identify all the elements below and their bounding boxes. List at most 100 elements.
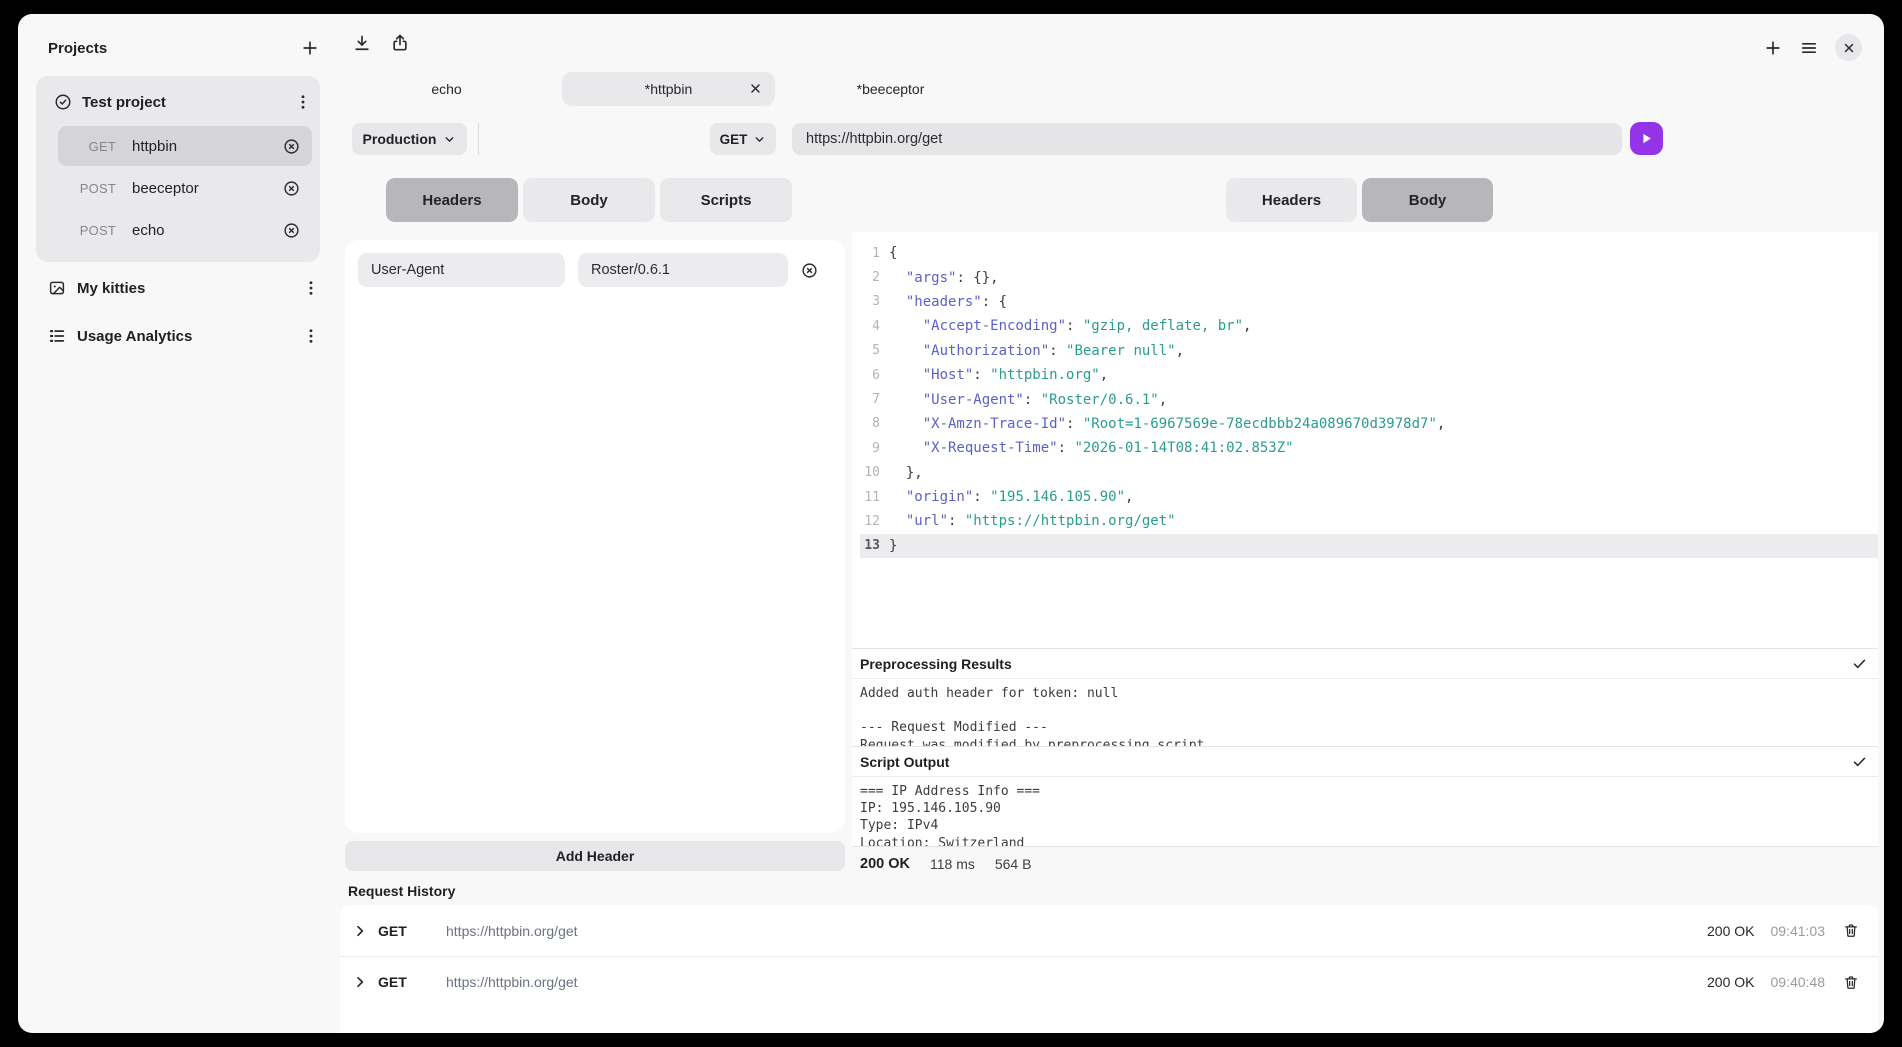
code-line: 2 "args": {}, [860, 265, 1878, 289]
code-line: 7 "User-Agent": "Roster/0.6.1", [860, 387, 1878, 411]
tab-scripts-request[interactable]: Scripts [660, 178, 792, 222]
tab-headers-request[interactable]: Headers [386, 178, 518, 222]
line-number: 2 [860, 270, 880, 285]
tab-httpbin[interactable]: *httpbin [562, 72, 775, 106]
request-name: beeceptor [132, 180, 199, 197]
method-badge: POST [72, 223, 116, 238]
trash-icon[interactable] [1843, 974, 1859, 991]
response-time: 118 ms [930, 856, 975, 872]
tab-label: Headers [1262, 192, 1321, 209]
sidebar-request-httpbin[interactable]: GEThttpbin [58, 126, 312, 166]
sidebar: Projects Test project GEThttpbinPOSTbeec… [18, 14, 350, 1033]
line-number: 8 [860, 416, 880, 431]
new-tab-icon[interactable] [1763, 38, 1783, 58]
script-output-content: === IP Address Info ===IP: 195.146.105.9… [852, 776, 1878, 846]
remove-request-icon[interactable] [283, 138, 300, 155]
send-request-button[interactable] [1630, 122, 1663, 155]
request-history-title: Request History [348, 883, 455, 899]
request-panel-tabs: Headers Body Scripts [386, 178, 792, 222]
tab-headers-response[interactable]: Headers [1226, 178, 1357, 222]
project-menu-button[interactable] [294, 93, 312, 111]
header-key-input[interactable] [358, 253, 565, 287]
project-group: Test project GEThttpbinPOSTbeeceptorPOST… [36, 76, 320, 262]
line-number: 4 [860, 319, 880, 334]
header-row [358, 253, 832, 287]
tab-beeceptor[interactable]: *beeceptor [784, 72, 997, 106]
script-output-line: IP: 195.146.105.90 [860, 800, 1878, 817]
share-icon[interactable] [390, 33, 410, 53]
history-time: 09:40:48 [1771, 974, 1826, 990]
code-text: "Accept-Encoding": "gzip, deflate, br", [889, 318, 1251, 334]
line-number: 10 [860, 465, 880, 480]
script-output-title: Script Output [860, 754, 949, 770]
sidebar-item-label: Usage Analytics [77, 328, 192, 345]
add-header-button[interactable]: Add Header [345, 841, 845, 871]
usage-analytics-menu-button[interactable] [302, 327, 320, 345]
preprocessing-line: --- Request Modified --- [860, 719, 1878, 736]
environment-label: Production [363, 131, 437, 147]
line-number: 11 [860, 490, 880, 505]
line-number: 5 [860, 343, 880, 358]
code-text: "X-Amzn-Trace-Id": "Root=1-6967569e-78ec… [889, 416, 1445, 432]
method-badge: POST [72, 181, 116, 196]
download-icon[interactable] [352, 33, 372, 53]
request-name: echo [132, 222, 165, 239]
code-text: "headers": { [889, 294, 1007, 310]
code-line: 13} [860, 534, 1878, 558]
code-line: 11 "origin": "195.146.105.90", [860, 485, 1878, 509]
project-header[interactable]: Test project [48, 88, 312, 116]
url-input[interactable] [792, 123, 1622, 155]
history-status: 200 OK [1707, 923, 1754, 939]
remove-header-icon[interactable] [801, 262, 818, 279]
trash-icon[interactable] [1843, 922, 1859, 939]
sidebar-request-beeceptor[interactable]: POST beeceptor [58, 168, 312, 208]
check-icon [1851, 655, 1868, 672]
preprocessing-title: Preprocessing Results [860, 656, 1012, 672]
toolbar-divider [478, 123, 479, 155]
tab-label: *httpbin [645, 81, 692, 97]
tab-label: Scripts [701, 192, 752, 209]
line-number: 9 [860, 441, 880, 456]
tab-label: Headers [422, 192, 481, 209]
close-window-button[interactable] [1835, 34, 1862, 61]
header-value-input[interactable] [578, 253, 788, 287]
code-text: "origin": "195.146.105.90", [889, 489, 1133, 505]
chevron-right-icon[interactable] [352, 923, 368, 939]
remove-request-icon[interactable] [283, 180, 300, 197]
code-line: 12 "url": "https://httpbin.org/get" [860, 509, 1878, 533]
environment-dropdown[interactable]: Production [352, 123, 467, 155]
line-number: 6 [860, 368, 880, 383]
tab-echo[interactable]: echo [340, 72, 553, 106]
history-url: https://httpbin.org/get [446, 923, 578, 939]
code-text: "Authorization": "Bearer null", [889, 343, 1184, 359]
sidebar-item-my-kitties[interactable]: My kitties [48, 276, 320, 300]
close-tab-icon[interactable] [749, 82, 762, 95]
menu-icon[interactable] [1799, 38, 1819, 58]
preprocessing-line: Request was modified by preprocessing sc… [860, 737, 1878, 746]
method-dropdown[interactable]: GET [710, 123, 776, 155]
chevron-down-icon [753, 133, 766, 146]
code-line: 8 "X-Amzn-Trace-Id": "Root=1-6967569e-78… [860, 412, 1878, 436]
history-row[interactable]: GEThttps://httpbin.org/get200 OK09:40:48 [340, 956, 1878, 1007]
add-project-button[interactable] [300, 38, 320, 58]
tab-body-request[interactable]: Body [523, 178, 655, 222]
check-icon [1851, 753, 1868, 770]
history-row[interactable]: GEThttps://httpbin.org/get200 OK09:41:03 [340, 905, 1878, 956]
sidebar-request-echo[interactable]: POST echo [58, 210, 312, 250]
tab-body-response[interactable]: Body [1362, 178, 1493, 222]
sidebar-item-usage-analytics[interactable]: Usage Analytics [48, 324, 320, 348]
project-items: GEThttpbin POST beeceptor POST echo [48, 126, 312, 250]
code-line: 10 }, [860, 461, 1878, 485]
response-body-viewer[interactable]: 1{2 "args": {},3 "headers": {4 "Accept-E… [852, 232, 1878, 648]
line-number: 13 [860, 538, 880, 553]
add-header-label: Add Header [556, 848, 635, 864]
chevron-right-icon[interactable] [352, 974, 368, 990]
sidebar-item-label: My kitties [77, 280, 145, 297]
my-kitties-menu-button[interactable] [302, 279, 320, 297]
code-line: 6 "Host": "httpbin.org", [860, 363, 1878, 387]
history-time: 09:41:03 [1771, 923, 1826, 939]
remove-request-icon[interactable] [283, 222, 300, 239]
image-icon [48, 279, 66, 297]
history-method: GET [378, 974, 418, 990]
tab-label: *beeceptor [857, 81, 925, 97]
